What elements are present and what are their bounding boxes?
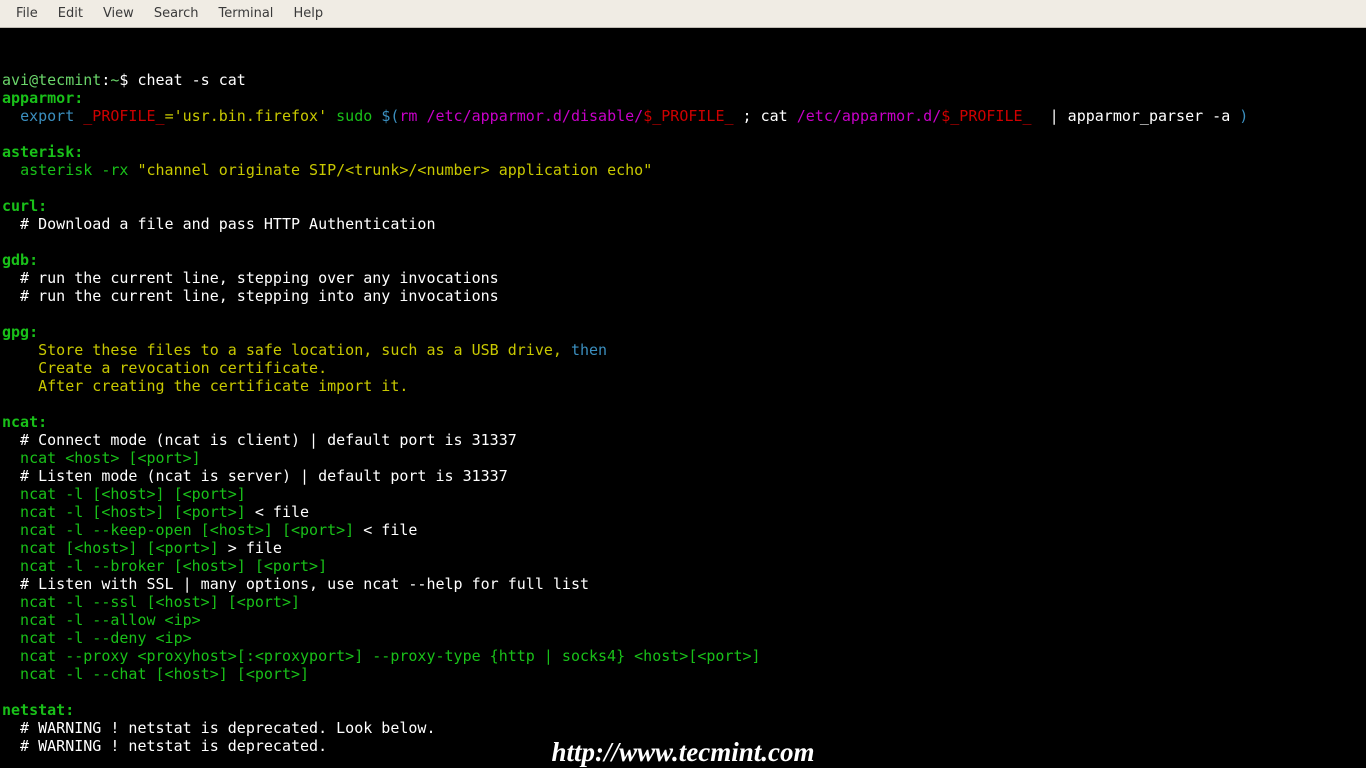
ncat-l2: ncat <host> [<port>] (2, 449, 201, 467)
then-keyword: then (571, 341, 607, 359)
menu-view[interactable]: View (93, 1, 144, 27)
path2: /etc/apparmor.d/ (797, 107, 942, 125)
netstat-l1: # WARNING ! netstat is deprecated. Look … (2, 719, 435, 737)
pipe-parser: | apparmor_parser -a (1032, 107, 1240, 125)
ncat-l6b: < file (354, 521, 417, 539)
menu-terminal[interactable]: Terminal (208, 1, 283, 27)
netstat-l2: # WARNING ! netstat is deprecated. (2, 737, 327, 755)
ncat-l13: ncat --proxy <proxyhost>[:<proxyport>] -… (2, 647, 761, 665)
asterisk-str: "channel originate SIP/<trunk>/<number> … (137, 161, 652, 179)
section-asterisk: asterisk: (2, 143, 83, 161)
section-ncat: ncat: (2, 413, 47, 431)
ncat-l1: # Connect mode (ncat is client) | defaul… (2, 431, 517, 449)
section-gdb: gdb: (2, 251, 38, 269)
ncat-l7b: > file (219, 539, 282, 557)
section-curl: curl: (2, 197, 47, 215)
indent (2, 161, 20, 179)
prompt-userhost: avi@tecmint (2, 71, 101, 89)
subshell-close: ) (1239, 107, 1248, 125)
ncat-l8: ncat -l --broker [<host>] [<port>] (2, 557, 327, 575)
ncat-l7a: ncat [<host>] [<port>] (2, 539, 219, 557)
typed-command: cheat -s cat (137, 71, 245, 89)
ncat-l11: ncat -l --allow <ip> (2, 611, 201, 629)
section-netstat: netstat: (2, 701, 74, 719)
assign-str: ='usr.bin.firefox' (165, 107, 328, 125)
gdb-l2: # run the current line, stepping into an… (2, 287, 499, 305)
section-apparmor: apparmor: (2, 89, 83, 107)
rm-cmd: rm (399, 107, 426, 125)
ncat-l6a: ncat -l --keep-open [<host>] [<port>] (2, 521, 354, 539)
curl-comment: # Download a file and pass HTTP Authenti… (2, 215, 435, 233)
ncat-l3: # Listen mode (ncat is server) | default… (2, 467, 508, 485)
section-gpg: gpg: (2, 323, 38, 341)
menu-help[interactable]: Help (283, 1, 333, 27)
menu-edit[interactable]: Edit (48, 1, 93, 27)
gpg-l1a: Store these files to a safe location, su… (2, 341, 571, 359)
sudo-kw: sudo (327, 107, 381, 125)
gpg-l3: After creating the certificate import it… (2, 377, 408, 395)
menu-file[interactable]: File (6, 1, 48, 27)
menu-search[interactable]: Search (144, 1, 209, 27)
var-profile1: _PROFILE_ (74, 107, 164, 125)
ncat-l10: ncat -l --ssl [<host>] [<port>] (2, 593, 300, 611)
var-profile2: $_PROFILE_ (643, 107, 733, 125)
ncat-l5b: < file (246, 503, 309, 521)
terminal-area[interactable]: avi@tecmint:~$ cheat -s cat apparmor: ex… (0, 28, 1366, 768)
gpg-l2: Create a revocation certificate. (2, 359, 327, 377)
asterisk-cmd: asterisk -rx (20, 161, 137, 179)
indent (2, 107, 20, 125)
subshell-open: $( (381, 107, 399, 125)
var-profile3: $_PROFILE_ (941, 107, 1031, 125)
ncat-l9: # Listen with SSL | many options, use nc… (2, 575, 589, 593)
menu-bar: File Edit View Search Terminal Help (0, 0, 1366, 28)
semi-cat: ; cat (734, 107, 797, 125)
ncat-l5a: ncat -l [<host>] [<port>] (2, 503, 246, 521)
path1: /etc/apparmor.d/disable/ (426, 107, 643, 125)
gdb-l1: # run the current line, stepping over an… (2, 269, 499, 287)
ncat-l14: ncat -l --chat [<host>] [<port>] (2, 665, 309, 683)
ncat-l4: ncat -l [<host>] [<port>] (2, 485, 246, 503)
ncat-l12: ncat -l --deny <ip> (2, 629, 192, 647)
export-keyword: export (20, 107, 74, 125)
